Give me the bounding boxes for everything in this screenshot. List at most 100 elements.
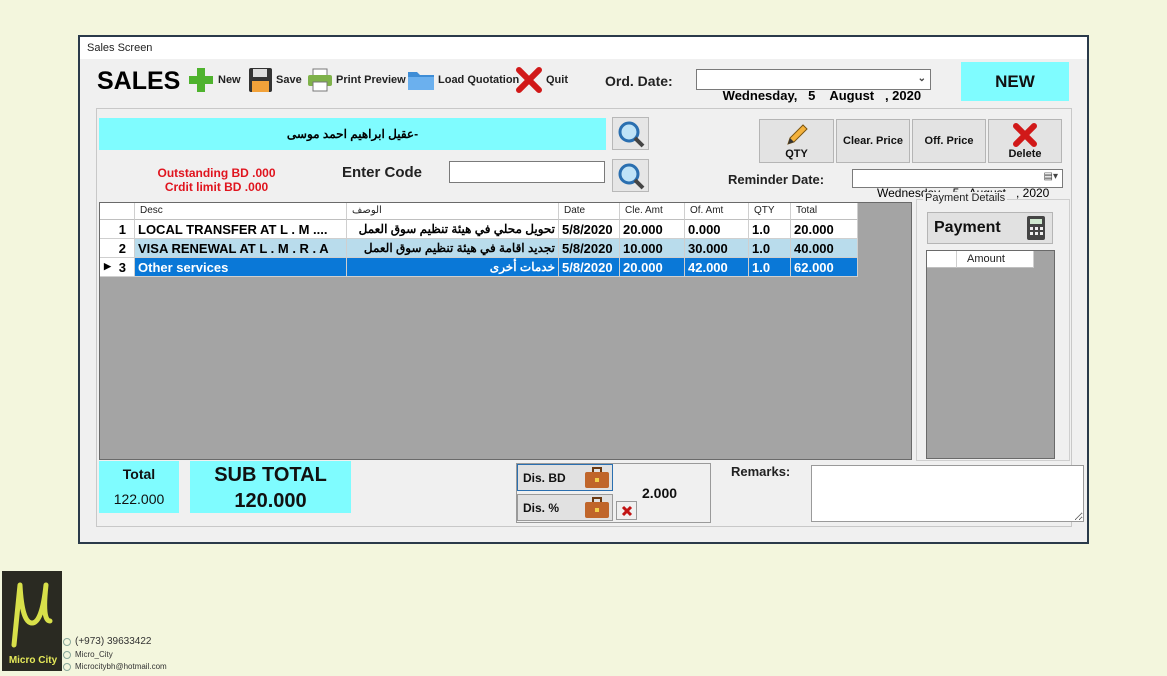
- grid-corner: [100, 203, 135, 220]
- table-cell[interactable]: 1.0: [749, 220, 791, 239]
- table-cell[interactable]: تجديد اقامة في هيئة تنظيم سوق العمل: [347, 239, 559, 258]
- phone-text: (+973) 39633422: [75, 636, 152, 647]
- save-label: Save: [276, 74, 302, 86]
- table-cell[interactable]: خدمات أخرى: [347, 258, 559, 277]
- column-header[interactable]: Amount: [957, 251, 1034, 268]
- column-header[interactable]: Desc: [135, 203, 347, 220]
- sub-total-box: SUB TOTAL 120.000: [190, 461, 351, 513]
- enter-code-label: Enter Code: [342, 164, 423, 181]
- table-cell[interactable]: 1.0: [749, 258, 791, 277]
- sales-window: Sales Screen SALES New Save Print Previe…: [78, 35, 1089, 544]
- main-panel: عقيل ابراهيم احمد موسى- Outstanding BD .…: [96, 108, 1084, 527]
- table-cell[interactable]: 20.000: [620, 258, 685, 277]
- save-button[interactable]: Save: [248, 65, 302, 95]
- row-selector-icon: ▶: [104, 261, 111, 271]
- code-input[interactable]: [449, 161, 605, 183]
- customer-search-button[interactable]: [612, 117, 649, 150]
- status-badge: NEW: [961, 62, 1069, 101]
- new-label: New: [218, 74, 241, 86]
- mu-logo-icon: [11, 582, 53, 648]
- payment-button[interactable]: Payment: [927, 212, 1053, 244]
- instagram-icon: [63, 650, 71, 659]
- ord-date-label: Ord. Date:: [605, 73, 673, 89]
- table-cell[interactable]: VISA RENEWAL AT L . M . R . A: [135, 239, 347, 258]
- clear-discount-button[interactable]: [616, 501, 637, 520]
- table-cell[interactable]: 40.000: [791, 239, 858, 258]
- row-number[interactable]: 2: [100, 239, 135, 258]
- code-search-button[interactable]: [612, 159, 649, 192]
- items-grid: Desc الوصف Date Cle. Amt Of. Amt QTY Tot…: [99, 202, 912, 460]
- column-header[interactable]: Total: [791, 203, 858, 220]
- table-cell[interactable]: 5/8/2020: [559, 258, 620, 277]
- table-cell[interactable]: Other services: [135, 258, 347, 277]
- magnifier-icon: [618, 163, 644, 189]
- ord-date-value: Wednesday, 5 August , 2020: [722, 88, 922, 103]
- print-preview-button[interactable]: Print Preview: [307, 65, 406, 95]
- table-cell[interactable]: 10.000: [620, 239, 685, 258]
- close-icon: [621, 505, 632, 516]
- remarks-label: Remarks:: [731, 464, 791, 479]
- total-box: Total 122.000: [99, 461, 179, 513]
- load-quotation-button[interactable]: Load Quotation: [407, 65, 519, 95]
- logo-text: Micro City: [8, 655, 58, 666]
- dis-percent-label: Dis. %: [523, 500, 560, 515]
- email-text: Microcitybh@hotmail.com: [75, 662, 167, 671]
- quit-button[interactable]: Quit: [515, 65, 568, 95]
- ord-date-picker[interactable]: Wednesday, 5 August , 2020 ⌄: [696, 69, 931, 103]
- credit-limit-text: Crdit limit BD .000: [164, 180, 269, 194]
- qty-label: QTY: [785, 148, 808, 160]
- clear-price-label: Clear. Price: [843, 135, 903, 147]
- pencil-icon: [786, 124, 808, 145]
- dis-percent-button[interactable]: Dis. %: [517, 494, 613, 521]
- column-header[interactable]: Cle. Amt: [620, 203, 685, 220]
- qty-button[interactable]: QTY: [759, 119, 834, 163]
- printer-icon: [308, 68, 332, 92]
- total-value: 122.000: [113, 491, 165, 507]
- row-number[interactable]: ▶ 3: [100, 258, 135, 277]
- row-number[interactable]: 1: [100, 220, 135, 239]
- column-header[interactable]: Of. Amt: [685, 203, 749, 220]
- contact-email: Microcitybh@hotmail.com: [63, 662, 167, 671]
- dis-bd-button[interactable]: Dis. BD: [517, 464, 613, 491]
- table-cell[interactable]: 1.0: [749, 239, 791, 258]
- new-button[interactable]: New: [187, 65, 241, 95]
- grid-corner: [927, 251, 957, 268]
- customer-name: عقيل ابراهيم احمد موسى-: [99, 118, 606, 150]
- remarks-input[interactable]: [811, 465, 1084, 522]
- table-cell[interactable]: 5/8/2020: [559, 239, 620, 258]
- app-title: SALES: [97, 67, 181, 95]
- folder-icon: [408, 72, 434, 90]
- dis-bd-label: Dis. BD: [523, 470, 566, 485]
- email-icon: [63, 662, 71, 671]
- toolbar: SALES New Save Print Preview Load Quotat…: [80, 59, 1087, 105]
- table-cell[interactable]: تحويل محلي في هيئة تنظيم سوق العمل: [347, 220, 559, 239]
- micro-city-logo: Micro City: [2, 571, 62, 671]
- total-label: Total: [122, 466, 156, 482]
- calculator-icon: [1027, 216, 1045, 240]
- payment-details-label: Payment Details: [923, 192, 1008, 204]
- reminder-date-picker[interactable]: Wednesday, 5 August , 2020 ▤▾: [852, 169, 1063, 200]
- column-header[interactable]: QTY: [749, 203, 791, 220]
- contact-phone: (+973) 39633422: [63, 636, 151, 647]
- load-quotation-label: Load Quotation: [438, 74, 520, 86]
- table-cell[interactable]: 20.000: [620, 220, 685, 239]
- table-cell[interactable]: 5/8/2020: [559, 220, 620, 239]
- table-cell[interactable]: 30.000: [685, 239, 749, 258]
- table-cell[interactable]: LOCAL TRANSFER AT L . M ....: [135, 220, 347, 239]
- sub-total-label: SUB TOTAL: [214, 464, 327, 486]
- table-cell[interactable]: 62.000: [791, 258, 858, 277]
- table-cell[interactable]: 20.000: [791, 220, 858, 239]
- delete-button[interactable]: Delete: [988, 119, 1062, 163]
- reminder-date-label: Reminder Date:: [728, 172, 825, 187]
- column-header[interactable]: Date: [559, 203, 620, 220]
- clear-price-button[interactable]: Clear. Price: [836, 119, 910, 163]
- off-price-label: Off. Price: [924, 135, 974, 147]
- print-preview-label: Print Preview: [336, 74, 406, 86]
- discount-value: 2.000: [642, 485, 678, 501]
- chevron-down-icon: ⌄: [917, 73, 926, 84]
- table-cell[interactable]: 42.000: [685, 258, 749, 277]
- table-cell[interactable]: 0.000: [685, 220, 749, 239]
- off-price-button[interactable]: Off. Price: [912, 119, 986, 163]
- close-icon: [516, 67, 542, 93]
- column-header[interactable]: الوصف: [347, 203, 559, 220]
